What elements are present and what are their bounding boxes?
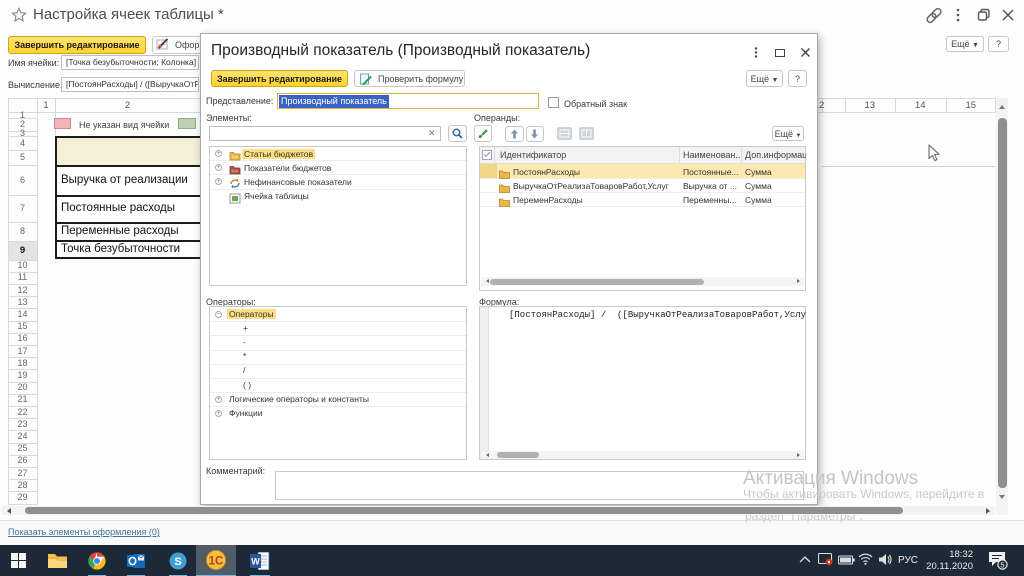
svg-text:1С: 1С <box>209 556 224 568</box>
svg-text:W: W <box>251 557 260 567</box>
svg-text:5: 5 <box>1000 561 1004 570</box>
svg-text:S: S <box>174 556 181 568</box>
